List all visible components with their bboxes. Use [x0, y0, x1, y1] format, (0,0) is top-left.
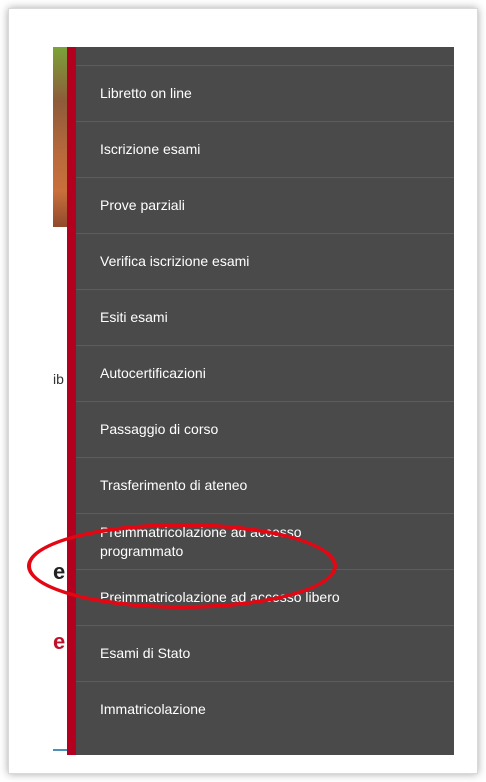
services-dropdown-menu: Libretto on line Iscrizione esami Prove …	[67, 47, 454, 755]
menu-item-passaggio-di-corso[interactable]: Passaggio di corso	[76, 401, 454, 457]
background-heading-fragment: e	[53, 559, 66, 584]
menu-item-immatricolazione[interactable]: Immatricolazione	[76, 681, 454, 737]
menu-item-label: Preimmatricolazione ad accesso libero	[100, 589, 340, 605]
background-text-fragment: ib	[53, 371, 64, 387]
menu-item-label: Immatricolazione	[100, 701, 206, 717]
menu-item-label: Passaggio di corso	[100, 421, 219, 437]
menu-item-label: Preimmatricolazione ad accesso programma…	[100, 523, 302, 559]
menu-item-label: Iscrizione esami	[100, 141, 201, 157]
menu-item-autocertificazioni[interactable]: Autocertificazioni	[76, 345, 454, 401]
menu-item-label: Autocertificazioni	[100, 365, 206, 381]
menu-item-trasferimento-di-ateneo[interactable]: Trasferimento di ateneo	[76, 457, 454, 513]
background-heading-fragment-red: e	[53, 629, 66, 654]
menu-item-verifica-iscrizione-esami[interactable]: Verifica iscrizione esami	[76, 233, 454, 289]
menu-list: Libretto on line Iscrizione esami Prove …	[76, 65, 454, 737]
menu-item-label: Esiti esami	[100, 309, 168, 325]
menu-item-label: Esami di Stato	[100, 645, 191, 661]
menu-item-libretto-on-line[interactable]: Libretto on line	[76, 65, 454, 121]
menu-item-label: Libretto on line	[100, 85, 192, 101]
menu-item-label: Trasferimento di ateneo	[100, 477, 248, 493]
menu-item-esami-di-stato[interactable]: Esami di Stato	[76, 625, 454, 681]
menu-item-label: Prove parziali	[100, 197, 185, 213]
screenshot-frame: ib e e Libretto on line Iscrizione esami…	[8, 8, 478, 774]
menu-item-preimmatricolazione-accesso-libero[interactable]: Preimmatricolazione ad accesso libero	[76, 569, 454, 625]
menu-item-esiti-esami[interactable]: Esiti esami	[76, 289, 454, 345]
menu-item-label: Verifica iscrizione esami	[100, 253, 250, 269]
menu-item-iscrizione-esami[interactable]: Iscrizione esami	[76, 121, 454, 177]
menu-item-preimmatricolazione-accesso-programmato[interactable]: Preimmatricolazione ad accesso programma…	[76, 513, 454, 569]
menu-item-prove-parziali[interactable]: Prove parziali	[76, 177, 454, 233]
